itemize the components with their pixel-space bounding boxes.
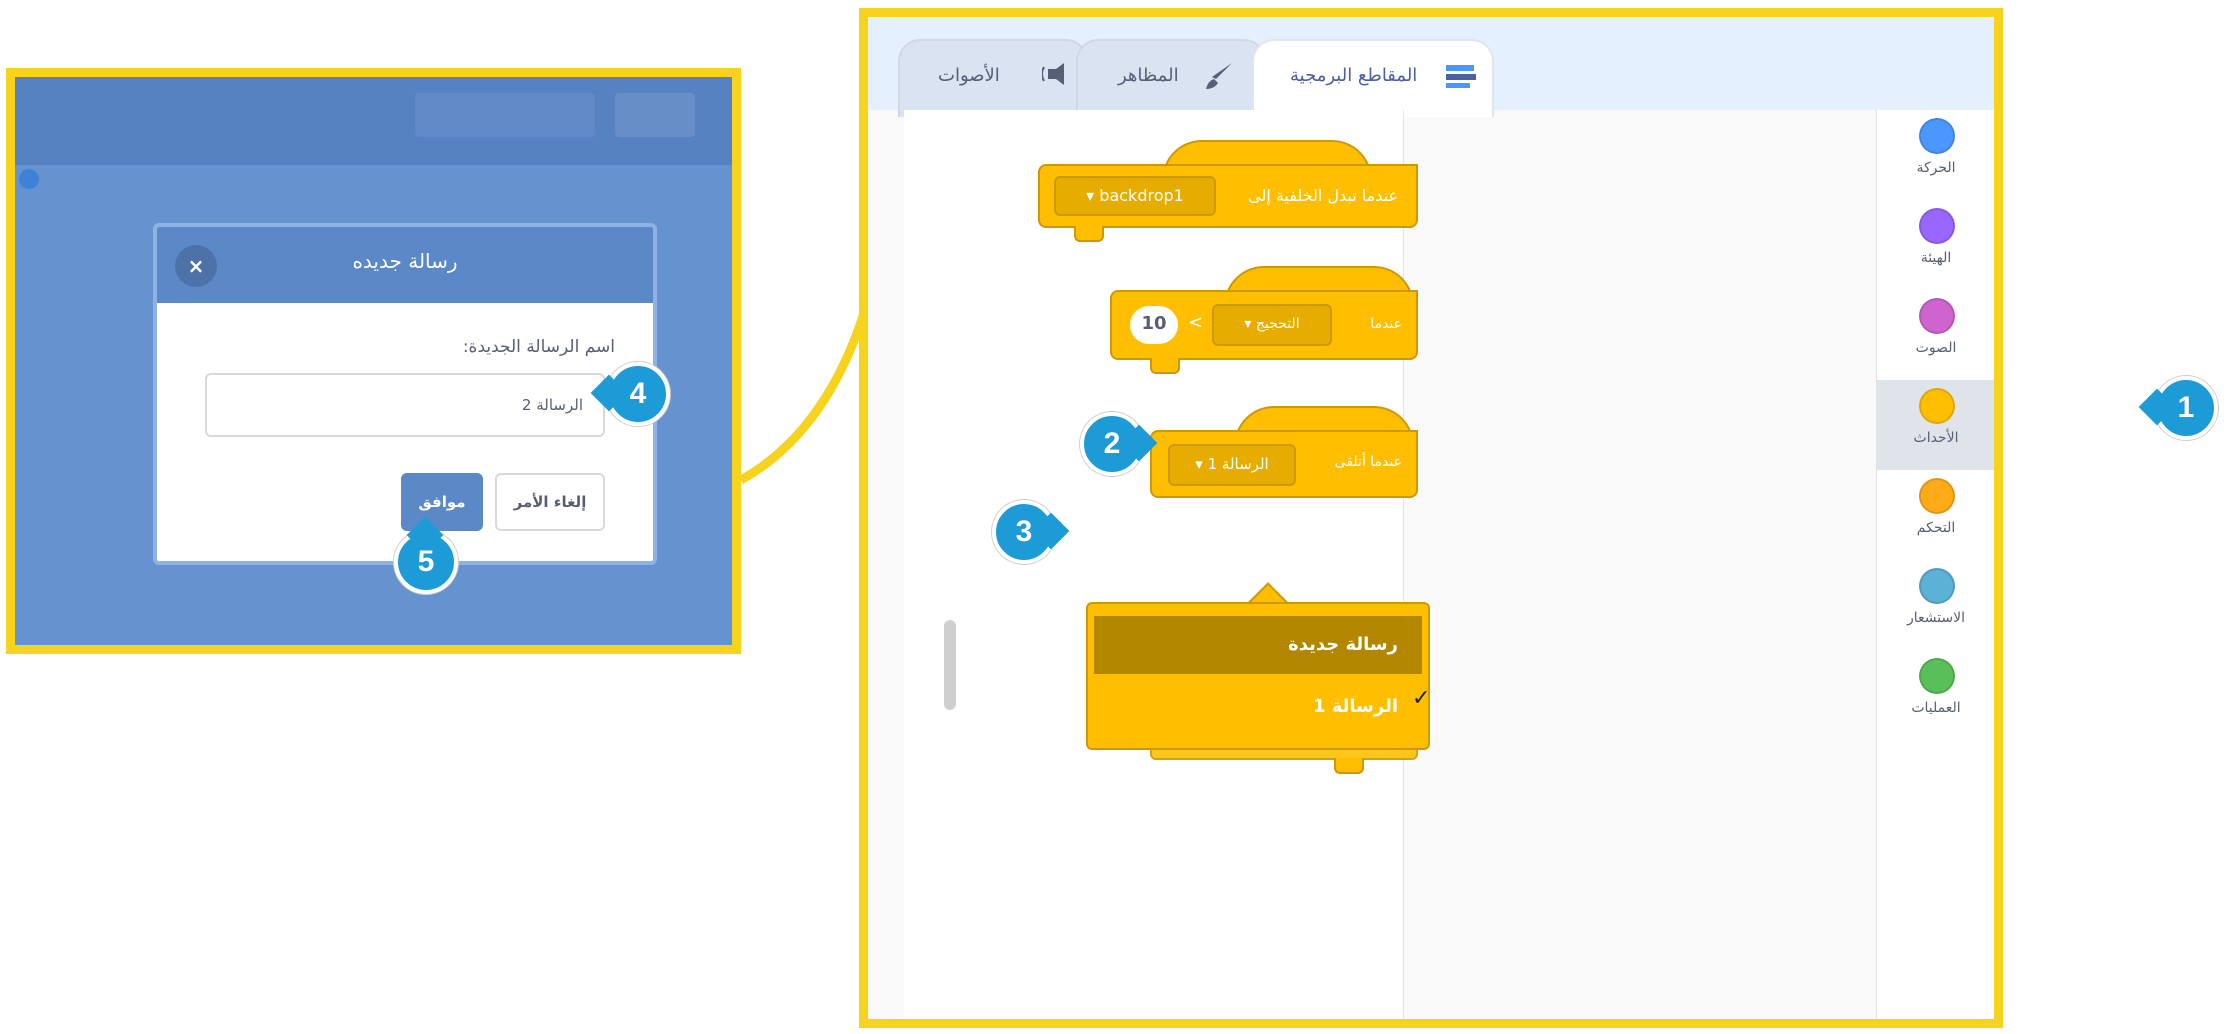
backdrop-dropdown[interactable]: backdrop1 ▾ <box>1054 176 1216 216</box>
category-label: الحركة <box>1916 160 1956 176</box>
dropdown-value: التحجيج <box>1255 316 1300 332</box>
tab-costumes[interactable]: المظاهر <box>1076 39 1266 117</box>
category-sound[interactable]: الصوت <box>1877 290 1994 380</box>
sensing-dot-icon <box>1919 568 1955 604</box>
callout-number: 3 <box>1015 515 1033 548</box>
callout-number: 1 <box>2177 391 2195 424</box>
looks-dot-icon <box>1919 208 1955 244</box>
value-input[interactable]: 10 <box>1130 306 1178 344</box>
brush-icon <box>1206 63 1232 89</box>
faint-indicator <box>19 169 39 189</box>
callout-number: 5 <box>417 545 435 578</box>
dialog-header: رسالة جديده × <box>157 227 653 303</box>
category-sensing[interactable]: الاستشعار <box>1877 560 1994 650</box>
block-text: عندما تبدل الخلفية إلى <box>1248 186 1398 205</box>
block-text: عندما أتلقى <box>1334 454 1402 470</box>
category-looks[interactable]: الهيئة <box>1877 200 1994 290</box>
code-workspace: عندما تبدل الخلفية إلى backdrop1 ▾ عندما… <box>904 110 1430 1019</box>
ok-button[interactable]: موافق <box>401 473 483 531</box>
category-label: التحكم <box>1916 520 1956 536</box>
control-dot-icon <box>1919 478 1955 514</box>
callout-badge-3: 3 <box>992 500 1070 564</box>
when-greater-than-block[interactable]: عندما التحجيج ▾ > 10 <box>1110 290 1418 360</box>
workspace-scrollbar[interactable] <box>944 620 956 710</box>
category-label: العمليات <box>1911 700 1961 716</box>
tab-costumes-label: المظاهر <box>1118 65 1179 86</box>
block-notch <box>1150 358 1180 374</box>
dialog-title: رسالة جديده <box>352 249 458 273</box>
callout-number: 2 <box>1103 427 1121 460</box>
category-label: الأحداث <box>1913 430 1959 446</box>
operator-text: > <box>1188 312 1204 333</box>
message-name-input[interactable]: الرسالة 2 <box>205 373 605 437</box>
category-label: الاستشعار <box>1906 610 1966 626</box>
new-message-dialog: رسالة جديده × اسم الرسالة الجديدة: الرسا… <box>153 223 657 565</box>
speaker-icon <box>1042 63 1064 85</box>
editor-menu-bar <box>15 77 732 165</box>
category-motion[interactable]: الحركة <box>1877 110 1994 200</box>
dropdown-value: الرسالة 1 <box>1207 455 1269 473</box>
events-dot-icon <box>1919 388 1955 424</box>
callout-badge-5: 5 <box>394 516 458 594</box>
category-label: الهيئة <box>1920 250 1952 266</box>
sensor-dropdown[interactable]: التحجيج ▾ <box>1212 304 1332 346</box>
when-i-receive-block[interactable]: عندما أتلقى الرسالة 1 ▾ <box>1150 430 1418 498</box>
message-name-label: اسم الرسالة الجديدة: <box>462 337 615 357</box>
operators-dot-icon <box>1919 658 1955 694</box>
menu-item-new-message[interactable]: رسالة جديدة <box>1094 616 1422 674</box>
code-blocks-icon <box>1446 65 1476 88</box>
cancel-button[interactable]: إلغاء الأمر <box>495 473 605 531</box>
message-dropdown[interactable]: الرسالة 1 ▾ <box>1168 444 1296 486</box>
tab-code-label: المقاطع البرمجية <box>1290 65 1418 86</box>
category-label: الصوت <box>1915 340 1957 356</box>
category-menu: الحركة الهيئة الصوت الأحداث التحكم الاست… <box>1876 110 1994 1019</box>
faint-menu-item <box>415 93 595 137</box>
faint-menu-button <box>615 93 695 137</box>
block-text: عندما <box>1370 316 1402 332</box>
menu-item-message-1[interactable]: الرسالة 1 <box>1094 678 1422 736</box>
block-notch <box>1074 226 1104 242</box>
motion-dot-icon <box>1919 118 1955 154</box>
block-notch <box>1334 758 1364 774</box>
close-icon[interactable]: × <box>175 245 217 287</box>
message-dropdown-menu: رسالة جديدة الرسالة 1 ✓ <box>1086 602 1430 750</box>
callout-badge-1: 1 <box>2138 376 2218 440</box>
category-operators[interactable]: العمليات <box>1877 650 1994 740</box>
callout-number: 4 <box>629 377 647 410</box>
sound-dot-icon <box>1919 298 1955 334</box>
callout-badge-2: 2 <box>1080 412 1158 476</box>
tab-sounds[interactable]: الأصوات <box>898 39 1088 117</box>
category-control[interactable]: التحكم <box>1877 470 1994 560</box>
category-events[interactable]: الأحداث <box>1877 380 1994 470</box>
tab-code[interactable]: المقاطع البرمجية <box>1252 39 1494 117</box>
dialog-screenshot-panel: رسالة جديده × اسم الرسالة الجديدة: الرسا… <box>6 68 741 654</box>
callout-badge-4: 4 <box>590 362 670 426</box>
tab-sounds-label: الأصوات <box>938 65 1000 86</box>
dropdown-value: backdrop1 <box>1099 186 1184 205</box>
tabs-bar: الأصوات المظاهر المقاطع البرمجية <box>868 17 1994 117</box>
when-backdrop-switches-block[interactable]: عندما تبدل الخلفية إلى backdrop1 ▾ <box>1038 164 1418 228</box>
check-icon: ✓ <box>1412 686 1431 711</box>
